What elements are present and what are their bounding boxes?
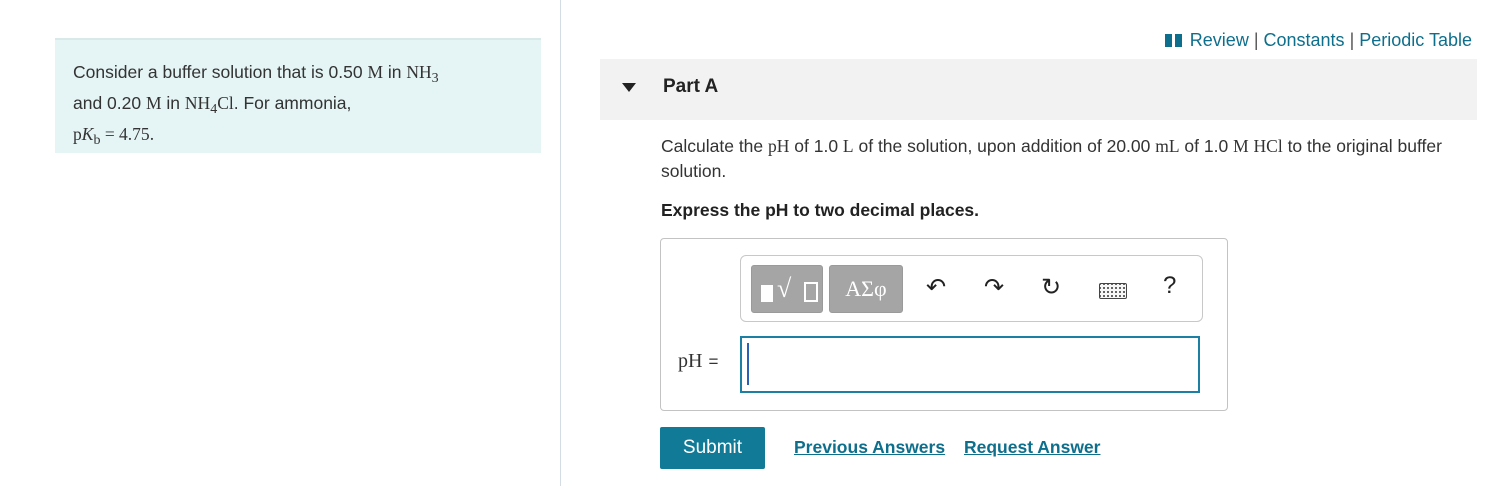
request-answer-link[interactable]: Request Answer [964, 437, 1100, 458]
symbols-button[interactable]: ΑΣφ [829, 265, 903, 313]
link-separator: | [1349, 30, 1355, 50]
keyboard-icon[interactable] [1099, 283, 1127, 299]
question-text: Calculate the pH of 1.0 L of the solutio… [661, 136, 1442, 181]
constants-link[interactable]: Constants [1264, 30, 1345, 50]
problem-line-2: and 0.20 M in NH4Cl. For ammonia, [73, 93, 352, 117]
help-icon[interactable]: ? [1163, 270, 1176, 302]
problem-line-1: Consider a buffer solution that is 0.50 … [73, 62, 439, 86]
review-link[interactable]: Review [1190, 30, 1249, 50]
previous-answers-link[interactable]: Previous Answers [794, 437, 945, 458]
collapse-triangle-icon[interactable] [622, 83, 636, 92]
instruction-text: Express the pH to two decimal places. [661, 200, 980, 220]
ph-label: pH = [678, 350, 719, 372]
link-separator: | [1253, 30, 1259, 50]
panel-divider [560, 0, 561, 486]
box-outline-icon [804, 282, 818, 302]
box-icon [761, 285, 773, 302]
resource-links: Review | Constants | Periodic Table [1164, 30, 1472, 51]
periodic-table-link[interactable]: Periodic Table [1359, 30, 1472, 50]
templates-button[interactable]: √ [751, 265, 823, 313]
redo-icon[interactable]: ↷ [984, 272, 1004, 304]
sqrt-icon: √ [777, 274, 792, 303]
problem-statement: Consider a buffer solution that is 0.50 … [55, 38, 541, 153]
ph-answer-input[interactable] [740, 336, 1200, 393]
part-a-header[interactable]: Part A [600, 59, 1477, 120]
text-cursor [747, 343, 749, 385]
book-icon [1164, 34, 1182, 47]
part-a-title: Part A [663, 76, 719, 97]
reset-icon[interactable]: ↻ [1041, 272, 1061, 304]
undo-icon[interactable]: ↶ [926, 272, 946, 304]
math-toolbar: √ ΑΣφ ↶ ↷ ↻ ? [740, 255, 1203, 322]
problem-line-3: pKb = 4.75. [73, 124, 155, 148]
submit-button[interactable]: Submit [660, 427, 765, 469]
